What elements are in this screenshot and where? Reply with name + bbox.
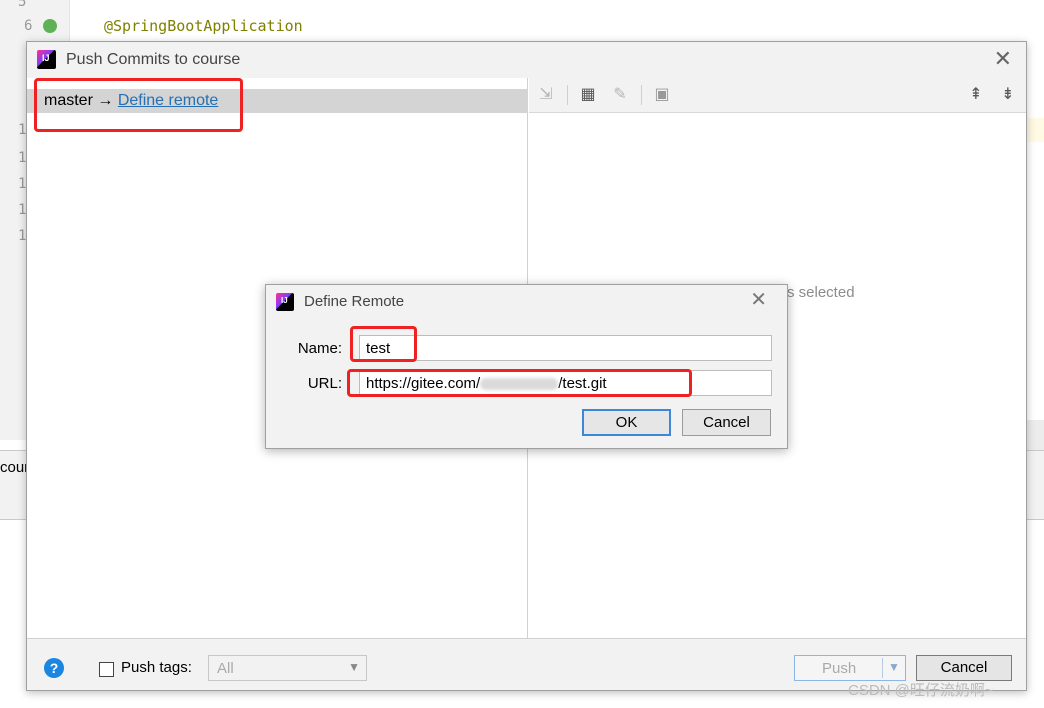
tags-dropdown[interactable]: All ▼ xyxy=(208,655,367,681)
group-by-icon[interactable]: ▦ xyxy=(577,84,599,106)
dialog-titlebar: Push Commits to course ✕ xyxy=(27,42,1026,78)
highlight-box xyxy=(34,78,243,132)
details-toolbar: ⇲ ▦ ✎ ▣ ⇞ ⇟ xyxy=(529,78,1026,113)
chevron-down-icon: ▼ xyxy=(348,660,360,674)
close-icon[interactable]: ✕ xyxy=(750,290,767,310)
cherry-pick-icon[interactable]: ⇲ xyxy=(535,84,557,106)
push-button[interactable]: Push ▼ xyxy=(794,655,906,681)
ok-button[interactable]: OK xyxy=(582,409,671,436)
tags-dropdown-value: All xyxy=(217,660,234,677)
current-line-highlight xyxy=(1026,118,1044,142)
highlight-box xyxy=(347,369,692,397)
code-annotation: @SpringBootApplication xyxy=(104,17,303,35)
define-remote-dialog: Define Remote ✕ Name: test URL: https://… xyxy=(265,284,788,449)
edit-icon[interactable]: ✎ xyxy=(609,84,631,106)
push-tags-label: Push tags: xyxy=(121,659,192,676)
empty-state-text: s selected xyxy=(787,284,855,301)
define-remote-title: Define Remote xyxy=(304,293,405,310)
collapse-all-icon[interactable]: ⇟ xyxy=(997,84,1019,106)
name-field[interactable]: test xyxy=(359,335,772,361)
push-button-label: Push xyxy=(822,660,857,677)
split-divider xyxy=(882,658,883,678)
intellij-logo-icon xyxy=(37,50,56,69)
help-icon[interactable]: ? xyxy=(44,658,64,678)
highlight-box xyxy=(350,326,417,362)
spring-bean-icon xyxy=(43,19,57,33)
name-label: Name: xyxy=(297,340,342,357)
preview-icon[interactable]: ▣ xyxy=(651,84,673,106)
cancel-button[interactable]: Cancel xyxy=(682,409,771,436)
cancel-button[interactable]: Cancel xyxy=(916,655,1012,681)
watermark: CSDN @旺仔流奶啊~ xyxy=(848,682,994,699)
line-number: 6 xyxy=(24,18,33,34)
editor-side-panel xyxy=(1026,420,1044,450)
intellij-logo-icon xyxy=(276,293,294,311)
toolbar-separator xyxy=(567,85,568,105)
chevron-down-icon[interactable]: ▼ xyxy=(888,660,900,674)
url-label: URL: xyxy=(307,375,342,392)
close-icon[interactable]: ✕ xyxy=(994,48,1012,70)
line-number: 5 xyxy=(18,0,27,10)
expand-all-icon[interactable]: ⇞ xyxy=(965,84,987,106)
tool-window-tab[interactable]: cour xyxy=(0,459,29,476)
toolbar-separator xyxy=(641,85,642,105)
push-tags-checkbox[interactable] xyxy=(99,662,114,677)
dialog-title: Push Commits to course xyxy=(66,51,241,68)
